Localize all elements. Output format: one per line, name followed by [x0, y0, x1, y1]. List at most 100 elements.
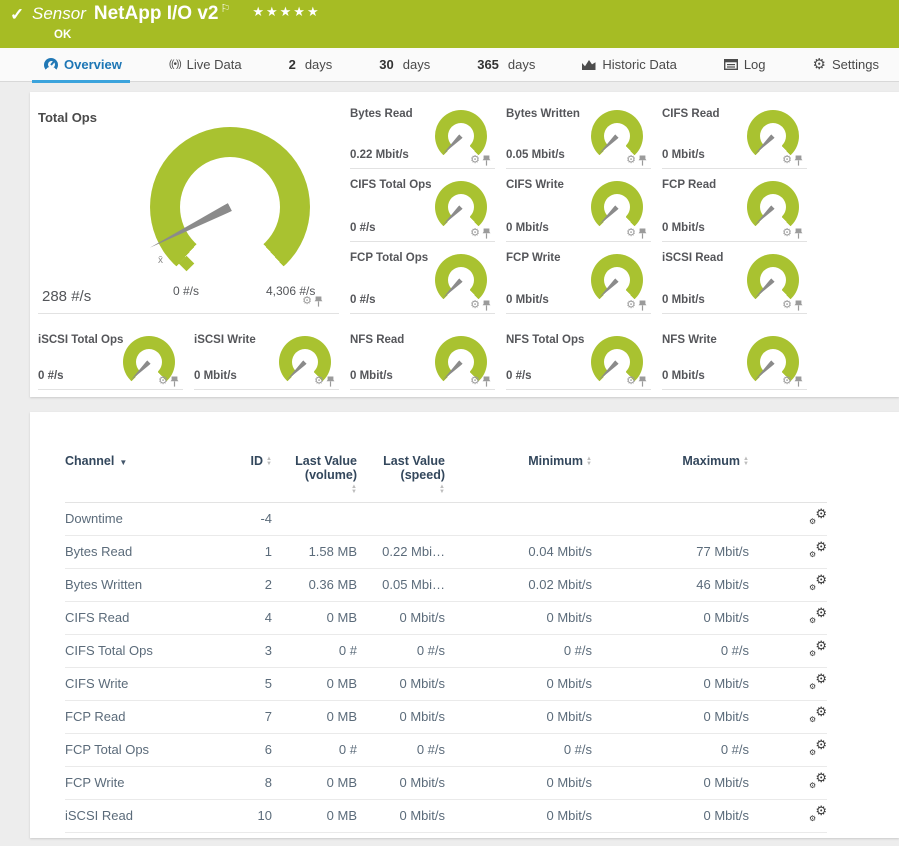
channel-settings-gears-icon[interactable]: ⚙⚙: [809, 740, 827, 756]
tab-2-days[interactable]: 2 days: [289, 48, 333, 82]
gauge-settings-gear-icon[interactable]: ⚙: [302, 296, 312, 307]
column-header-last-value-volume[interactable]: Last Value (volume)▲▼: [272, 454, 357, 502]
gauge-settings-gear-icon[interactable]: ⚙: [314, 376, 324, 387]
channel-gauge-tile[interactable]: CIFS Total Ops 0 #/s ⚙: [350, 169, 495, 242]
channel-gauge-tile[interactable]: NFS Read 0 Mbit/s ⚙: [350, 314, 495, 390]
priority-stars[interactable]: ★★★★★: [252, 4, 320, 20]
column-header-id[interactable]: ID▲▼: [230, 454, 272, 502]
gauge-pin-icon[interactable]: [170, 376, 179, 387]
channel-name-cell[interactable]: FCP Read: [65, 700, 230, 733]
gauge-settings-gear-icon[interactable]: ⚙: [626, 155, 636, 166]
gauge-settings-gear-icon[interactable]: ⚙: [470, 300, 480, 311]
gauge-settings-gear-icon[interactable]: ⚙: [158, 376, 168, 387]
gauge-value: 0 Mbit/s: [506, 294, 549, 306]
column-header-last-value-speed[interactable]: Last Value (speed)▲▼: [357, 454, 445, 502]
gauge-pin-icon[interactable]: [794, 228, 803, 239]
tab-historic-data[interactable]: Historic Data: [582, 48, 676, 82]
channel-settings-gears-icon[interactable]: ⚙⚙: [809, 707, 827, 723]
gauge-pin-icon[interactable]: [482, 228, 491, 239]
gauge-pin-icon[interactable]: [482, 155, 491, 166]
channel-name-cell[interactable]: FCP Total Ops: [65, 733, 230, 766]
channel-gauge-tile[interactable]: iSCSI Read 0 Mbit/s ⚙: [662, 242, 807, 314]
gauge-value: 0 #/s: [350, 294, 376, 306]
table-row: CIFS Read 4 0 MB 0 Mbit/s 0 Mbit/s 0 Mbi…: [65, 601, 827, 634]
gauge-pin-icon[interactable]: [482, 300, 491, 311]
gauge-settings-gear-icon[interactable]: ⚙: [470, 376, 480, 387]
gauge-needle: [597, 278, 619, 300]
channel-settings-gears-icon[interactable]: ⚙⚙: [809, 806, 827, 822]
tab-365-days[interactable]: 365 days: [477, 48, 535, 82]
channel-settings-gears-icon[interactable]: ⚙⚙: [809, 608, 827, 624]
channel-gauge-tile[interactable]: NFS Total Ops 0 #/s ⚙: [506, 314, 651, 390]
channel-settings-gears-icon[interactable]: ⚙⚙: [809, 542, 827, 558]
total-ops-gauge-tile[interactable]: Total Ops x̄ 0 #/s 4,306 #/s 288 #/s ⚙: [38, 98, 339, 314]
gauge-pin-icon[interactable]: [794, 376, 803, 387]
tab-live-data[interactable]: ((•)) Live Data: [169, 48, 242, 82]
channel-gauge-tile[interactable]: CIFS Write 0 Mbit/s ⚙: [506, 169, 651, 242]
gauge-settings-gear-icon[interactable]: ⚙: [626, 376, 636, 387]
gauge-pin-icon[interactable]: [794, 155, 803, 166]
maximum-cell: 0 #/s: [592, 733, 749, 766]
gauge-pin-icon[interactable]: [482, 376, 491, 387]
channel-gauge-tile[interactable]: FCP Total Ops 0 #/s ⚙: [350, 242, 495, 314]
channel-settings-gears-icon[interactable]: ⚙⚙: [809, 674, 827, 690]
gauge-min-label: 0 #/s: [173, 284, 199, 298]
channel-settings-gears-icon[interactable]: ⚙⚙: [809, 575, 827, 591]
channel-gauge-tile[interactable]: NFS Write 0 Mbit/s ⚙: [662, 314, 807, 390]
gauge-settings-gear-icon[interactable]: ⚙: [782, 300, 792, 311]
gauge-settings-gear-icon[interactable]: ⚙: [782, 228, 792, 239]
gauge-pin-icon[interactable]: [638, 376, 647, 387]
channel-gauge-tile[interactable]: Bytes Read 0.22 Mbit/s ⚙: [350, 98, 495, 169]
table-row: FCP Write 8 0 MB 0 Mbit/s 0 Mbit/s 0 Mbi…: [65, 766, 827, 799]
channel-name-cell[interactable]: Bytes Written: [65, 568, 230, 601]
channel-name-cell[interactable]: FCP Write: [65, 766, 230, 799]
channel-gauge-tile[interactable]: CIFS Read 0 Mbit/s ⚙: [662, 98, 807, 169]
sort-arrows-icon: ▲▼: [586, 457, 592, 467]
column-header-minimum[interactable]: Minimum▲▼: [445, 454, 592, 502]
gauge-value: 0.22 Mbit/s: [350, 149, 409, 161]
gauge-settings-gear-icon[interactable]: ⚙: [782, 376, 792, 387]
table-row: Downtime -4 ⚙⚙: [65, 502, 827, 535]
tab-log[interactable]: Log: [724, 48, 766, 82]
channel-gauge-tile[interactable]: iSCSI Total Ops 0 #/s ⚙: [38, 314, 183, 390]
column-header-maximum[interactable]: Maximum▲▼: [592, 454, 749, 502]
tab-overview[interactable]: Overview: [44, 48, 122, 82]
tab-settings[interactable]: ⚙ Settings: [813, 48, 879, 82]
gauge-settings-gear-icon[interactable]: ⚙: [626, 228, 636, 239]
channel-gauge-tile[interactable]: Bytes Written 0.05 Mbit/s ⚙: [506, 98, 651, 169]
gauge-pin-icon[interactable]: [638, 228, 647, 239]
gauge-settings-gear-icon[interactable]: ⚙: [470, 228, 480, 239]
gauge-pin-icon[interactable]: [638, 155, 647, 166]
channel-name-cell[interactable]: iSCSI Read: [65, 799, 230, 832]
channel-gauge-tile[interactable]: FCP Read 0 Mbit/s ⚙: [662, 169, 807, 242]
channel-name-cell[interactable]: CIFS Write: [65, 667, 230, 700]
gauge-value: 0 Mbit/s: [350, 370, 393, 382]
channel-settings-gears-icon[interactable]: ⚙⚙: [809, 641, 827, 657]
gauge-pin-icon[interactable]: [326, 376, 335, 387]
table-row: CIFS Write 5 0 MB 0 Mbit/s 0 Mbit/s 0 Mb…: [65, 667, 827, 700]
minimum-cell: 0 #/s: [445, 634, 592, 667]
channel-name-cell[interactable]: CIFS Total Ops: [65, 634, 230, 667]
gauge-settings-gear-icon[interactable]: ⚙: [782, 155, 792, 166]
channel-gauge-tile[interactable]: iSCSI Write 0 Mbit/s ⚙: [194, 314, 339, 390]
minimum-cell: 0 Mbit/s: [445, 667, 592, 700]
channel-name-cell[interactable]: Downtime: [65, 502, 230, 535]
channel-settings-gears-icon[interactable]: ⚙⚙: [809, 773, 827, 789]
minimum-cell: 0 Mbit/s: [445, 601, 592, 634]
gauge-pin-icon[interactable]: [794, 300, 803, 311]
channel-gauge: [591, 181, 643, 233]
channel-settings-gears-icon[interactable]: ⚙⚙: [809, 509, 827, 525]
column-header-channel[interactable]: Channel▼: [65, 454, 230, 502]
gauge-settings-gear-icon[interactable]: ⚙: [470, 155, 480, 166]
channel-name-cell[interactable]: Bytes Read: [65, 535, 230, 568]
gauge-pin-icon[interactable]: [638, 300, 647, 311]
channel-table: Channel▼ ID▲▼ Last Value (volume)▲▼ Last…: [65, 454, 827, 833]
gauge-value: 0 Mbit/s: [506, 222, 549, 234]
gauge-pin-icon[interactable]: [314, 296, 323, 307]
channel-name-cell[interactable]: CIFS Read: [65, 601, 230, 634]
sensor-title: NetApp I/O v2: [94, 3, 219, 25]
priority-flag-icon[interactable]: ⚐: [220, 2, 230, 15]
tab-30-days[interactable]: 30 days: [379, 48, 430, 82]
gauge-settings-gear-icon[interactable]: ⚙: [626, 300, 636, 311]
channel-gauge-tile[interactable]: FCP Write 0 Mbit/s ⚙: [506, 242, 651, 314]
